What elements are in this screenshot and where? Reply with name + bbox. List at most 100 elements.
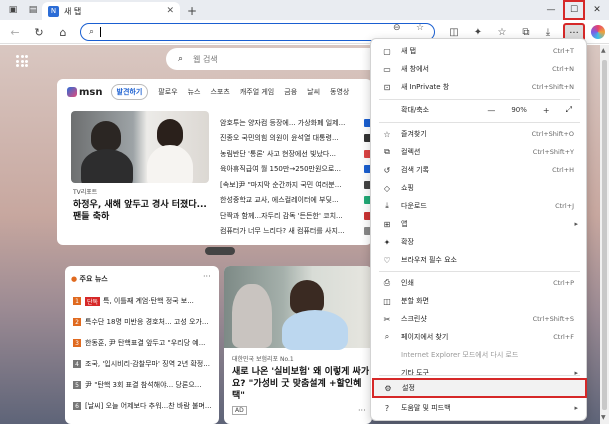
person-body xyxy=(147,145,193,183)
msn-tab-finance[interactable]: 금융 xyxy=(284,87,297,97)
list-item[interactable]: 3 한동훈, 尹 탄핵표결 앞두고 "우리당 예... xyxy=(73,338,215,348)
new-window-icon: ▭ xyxy=(383,64,391,74)
list-item[interactable]: 한성중학교 교사, 에스컬레이터에 부딪... xyxy=(220,193,372,209)
text-cursor xyxy=(100,27,102,37)
menu-item-split-screen[interactable]: ◫ 분할 화면 xyxy=(371,292,588,310)
list-item[interactable]: 6 [날씨] 오늘 어제보다 추워...찬 바람 불며... xyxy=(73,401,215,411)
menu-item-ie-mode: Internet Explorer 모드에서 다시 로드 xyxy=(401,351,519,359)
person-body xyxy=(81,149,133,183)
apps-grid-icon[interactable] xyxy=(16,55,28,67)
web-search-box[interactable]: ⌕ 웹 검색 xyxy=(166,48,386,70)
zoom-value: 90% xyxy=(511,106,527,114)
more-options-icon[interactable]: ··· xyxy=(358,406,366,415)
msn-logo[interactable]: msn xyxy=(67,87,103,98)
list-item[interactable]: 육아휴직급여 월 150만→250만원으로... xyxy=(220,162,372,178)
inprivate-icon: ⊡ xyxy=(383,82,391,92)
menu-item-inprivate[interactable]: ⊡ 새 InPrivate 창 Ctrl+Shift+N xyxy=(371,78,588,96)
favorite-star-icon[interactable]: ☆ xyxy=(416,23,424,33)
profile-icon[interactable]: ▣ xyxy=(6,3,20,17)
tab-close-icon[interactable]: ✕ xyxy=(166,6,174,16)
screenshot-icon: ✂ xyxy=(383,314,391,324)
list-item[interactable]: 암호투는 양자컴 등장에... 가상화폐 일제... xyxy=(220,115,372,131)
home-button[interactable]: ⌂ xyxy=(54,23,72,41)
heart-icon: ♡ xyxy=(383,255,391,265)
msn-tab-games[interactable]: 캐주얼 게임 xyxy=(240,87,274,97)
scroll-up-icon[interactable]: ▲ xyxy=(601,47,606,54)
carousel-indicator[interactable] xyxy=(205,247,235,255)
menu-item-screenshot[interactable]: ✂ 스크린샷 Ctrl+Shift+S xyxy=(371,310,588,328)
msn-tab-sports[interactable]: 스포츠 xyxy=(210,87,229,97)
menu-item-apps[interactable]: ⊞ 앱 ▸ xyxy=(371,215,588,233)
person-body xyxy=(282,310,348,350)
scroll-down-icon[interactable]: ▼ xyxy=(601,414,606,421)
person-head xyxy=(91,121,121,151)
list-item[interactable]: 단짝과 함께...자두리 감독 '든든한' 코치... xyxy=(220,208,372,224)
gear-icon: ⚙ xyxy=(384,383,392,393)
menu-item-browser-essentials[interactable]: ♡ 브라우저 필수 요소 xyxy=(371,251,588,269)
msn-tab-news[interactable]: 뉴스 xyxy=(188,87,201,97)
menu-item-find[interactable]: ⌕ 페이지에서 찾기 Ctrl+F xyxy=(371,328,588,346)
msn-butterfly-icon xyxy=(67,87,77,97)
list-item[interactable]: 5尹 "탄핵 3회 표결 참석해야... 당론으... xyxy=(73,380,215,390)
menu-item-favorites[interactable]: ☆ 즐겨찾기 Ctrl+Shift+O xyxy=(371,125,588,143)
list-item[interactable]: 2 특수단 18명 미반응 경호처... 고성 오가... xyxy=(73,317,215,327)
copilot-icon[interactable] xyxy=(591,25,605,39)
msn-news-list: 암호투는 양자컴 등장에... 가상화폐 일제... 진종오 국민의힘 의원이 … xyxy=(220,115,372,239)
menu-item-print[interactable]: ⎙ 인쇄 Ctrl+P xyxy=(371,274,588,292)
menu-item-settings[interactable]: ⚙ 설정 xyxy=(372,379,587,397)
web-search-icon: ⌕ xyxy=(178,54,184,64)
msn-tab-weather[interactable]: 날씨 xyxy=(307,87,320,97)
list-item[interactable]: 컴퓨터가 너무 느리다? 새 컴퓨터를 사지... xyxy=(220,224,372,240)
zoom-out-icon[interactable]: — xyxy=(487,106,495,115)
menu-item-new-tab[interactable]: ▢ 새 탭 Ctrl+T xyxy=(371,42,588,60)
menu-item-extensions[interactable]: ✦ 확장 xyxy=(371,233,588,251)
tab-new-tab[interactable]: N 새 탭 ✕ xyxy=(42,2,180,20)
ad-source: 대한민국 보험리포 No.1 xyxy=(232,356,294,363)
close-window-button[interactable]: ✕ xyxy=(586,0,608,20)
zoom-in-icon[interactable]: + xyxy=(543,106,550,115)
workspaces-icon[interactable]: ▤ xyxy=(26,3,40,17)
person-head xyxy=(290,280,324,314)
ad-headline[interactable]: 새로 나온 '실비보험' 왜 이렇게 싸가요? "가성비 굿 맞춤설계 +할인혜… xyxy=(232,366,370,402)
zoom-icon[interactable]: ⊖ xyxy=(393,23,401,33)
more-options-icon[interactable]: ··· xyxy=(203,272,211,281)
ad-card[interactable]: 대한민국 보험리포 No.1 새로 나온 '실비보험' 왜 이렇게 싸가요? "… xyxy=(224,266,372,424)
headline-text[interactable]: 하정우, 새해 앞두고 경사 터졌다...팬들 축하 xyxy=(73,199,213,223)
find-icon: ⌕ xyxy=(384,332,390,341)
msn-tab-discover[interactable]: 발견하기 xyxy=(110,84,149,100)
msn-tab-follow[interactable]: 팔로우 xyxy=(158,87,177,97)
favorites-icon: ☆ xyxy=(383,129,391,139)
menu-item-collections[interactable]: ⧉ 컬렉션 Ctrl+Shift+Y xyxy=(371,143,588,161)
new-tab-button[interactable]: + xyxy=(187,4,197,18)
msn-card: msn 발견하기 팔로우 뉴스 스포츠 캐주얼 게임 금융 날씨 동영상 TV리… xyxy=(57,79,372,245)
msn-tab-video[interactable]: 동영상 xyxy=(330,87,349,97)
fullscreen-icon[interactable]: ⤢ xyxy=(566,105,572,115)
history-icon: ↺ xyxy=(383,165,391,175)
menu-item-downloads[interactable]: ⤓ 다운로드 Ctrl+J xyxy=(371,197,588,215)
list-item[interactable]: 4 조국, '입시비리·감찰무마' 징역 2년 확정... xyxy=(73,359,215,369)
menu-separator xyxy=(379,99,580,100)
back-button[interactable]: ← xyxy=(6,23,24,41)
menu-item-zoom: 확대/축소 — 90% + ⤢ xyxy=(401,105,572,115)
refresh-button[interactable]: ↻ xyxy=(30,23,48,41)
menu-item-shopping[interactable]: ◇ 쇼핑 xyxy=(371,179,588,197)
minimize-button[interactable]: — xyxy=(540,0,562,20)
menu-item-help[interactable]: ? 도움말 및 피드백 ▸ xyxy=(371,399,588,417)
submenu-arrow-icon: ▸ xyxy=(574,220,578,228)
menu-item-new-window[interactable]: ▭ 새 창에서 Ctrl+N xyxy=(371,60,588,78)
headline-photo[interactable] xyxy=(71,111,209,183)
submenu-arrow-icon: ▸ xyxy=(574,404,578,412)
list-item[interactable]: [속보]尹 "마지막 순간까지 국민 여러분... xyxy=(220,177,372,193)
scroll-thumb[interactable] xyxy=(602,60,607,410)
menu-item-history[interactable]: ↺ 검색 기록 Ctrl+H xyxy=(371,161,588,179)
headline-source: TV리포트 xyxy=(73,189,98,196)
list-item[interactable]: 농림반단 '통론' 사고 현장에선 빛났다... xyxy=(220,146,372,162)
download-icon: ⤓ xyxy=(385,201,389,210)
extensions-icon: ✦ xyxy=(383,237,391,247)
msn-header: msn 발견하기 팔로우 뉴스 스포츠 캐주얼 게임 금융 날씨 동영상 xyxy=(57,79,372,105)
search-icon: ⌕ xyxy=(89,27,95,37)
settings-menu: ▢ 새 탭 Ctrl+T ▭ 새 창에서 Ctrl+N ⊡ 새 InPrivate 창 Ct… xyxy=(370,38,587,421)
menu-separator xyxy=(379,122,580,123)
list-item[interactable]: 1 단독 특, 이틀째 계엄·탄핵 정국 보... xyxy=(73,296,215,306)
list-item[interactable]: 진종오 국민의힘 의원이 윤석열 대통령... xyxy=(220,131,372,147)
